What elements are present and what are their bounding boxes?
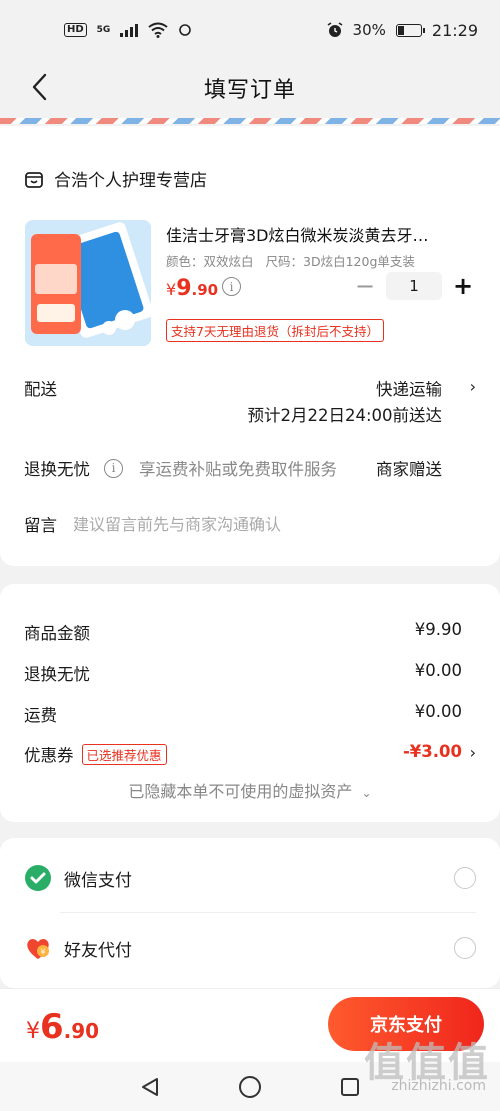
product-spec: 颜色：双效炫白 尺码：3D炫白120g单支装 xyxy=(166,251,476,270)
summary-value: ¥0.00 xyxy=(414,661,462,680)
color-spec: 颜色：双效炫白 xyxy=(166,254,254,269)
summary-row: 商品金额 ¥9.90 xyxy=(24,620,462,644)
wechat-pay-icon xyxy=(25,865,51,891)
page-title: 填写订单 xyxy=(203,78,296,103)
shipping-method[interactable]: 快递运输 xyxy=(376,376,442,400)
radio-button[interactable] xyxy=(454,937,476,959)
status-left: HD 5G xyxy=(64,22,192,38)
message-input[interactable] xyxy=(73,514,423,534)
return-policy-tag: 支持7天无理由退货（拆封后不支持） xyxy=(166,319,384,342)
product-title[interactable]: 佳洁士牙膏3D炫白微米炭淡黄去牙… xyxy=(166,222,466,246)
coupon-tag: 已选推荐优惠 xyxy=(81,743,167,765)
return-service-value: 商家赠送 xyxy=(376,460,442,479)
chevron-right-icon[interactable]: › xyxy=(470,377,476,396)
friend-pay-icon: ¥ xyxy=(27,939,49,959)
recents-square-icon[interactable] xyxy=(339,1076,361,1098)
sync-icon xyxy=(179,24,192,36)
svg-text:¥: ¥ xyxy=(40,948,45,957)
page-header: 填写订单 xyxy=(0,60,500,116)
battery-icon xyxy=(395,23,425,37)
shop-row[interactable]: 合浩个人护理专营店 xyxy=(24,166,207,191)
back-button[interactable] xyxy=(22,70,56,104)
order-card: 合浩个人护理专营店 佳洁士牙膏3D炫白微米炭淡黄去牙… 颜色：双效炫白 尺码：3… xyxy=(0,126,500,566)
chevron-left-icon xyxy=(32,73,47,101)
increase-button[interactable]: + xyxy=(450,272,476,300)
clock: 21:29 xyxy=(431,20,478,40)
price-info-icon[interactable]: i xyxy=(222,277,241,296)
message-label: 留言 xyxy=(24,516,57,535)
coupon-row[interactable]: 优惠券 已选推荐优惠 -¥3.00 xyxy=(24,742,462,766)
signal-icon xyxy=(120,23,139,37)
radio-button[interactable] xyxy=(454,867,476,889)
watermark-url: zhizhizhi.com xyxy=(391,1078,486,1094)
shop-icon xyxy=(25,171,43,188)
coupon-label: 优惠券 xyxy=(24,746,74,765)
chevron-right-icon[interactable]: › xyxy=(470,743,476,762)
price-summary-card: 商品金额 ¥9.90 退换无忧 ¥0.00 运费 ¥0.00 优惠券 已选推荐优… xyxy=(0,584,500,822)
hd-indicator: HD xyxy=(64,23,87,37)
home-circle-icon[interactable] xyxy=(238,1075,262,1099)
payment-card: 微信支付 ¥ 好友代付 xyxy=(0,838,500,988)
price-integer: 9 xyxy=(176,276,192,301)
coupon-label-group: 优惠券 已选推荐优惠 xyxy=(24,742,167,766)
return-service-desc: 享运费补贴或免费取件服务 xyxy=(139,460,337,479)
coupon-value: -¥3.00 xyxy=(402,742,462,761)
summary-label: 退换无忧 xyxy=(24,665,90,684)
total-symbol: ¥ xyxy=(26,1019,40,1044)
chevron-down-icon: ⌄ xyxy=(361,786,372,800)
payment-option-friend[interactable]: ¥ 好友代付 xyxy=(24,934,476,962)
return-service-label: 退换无忧 xyxy=(24,460,90,479)
product-info: 佳洁士牙膏3D炫白微米炭淡黄去牙… 颜色：双效炫白 尺码：3D炫白120g单支装 xyxy=(166,222,476,270)
shop-name: 合浩个人护理专营店 xyxy=(54,171,207,191)
info-icon[interactable]: i xyxy=(104,458,123,478)
product-price: ¥ 9 .90 xyxy=(166,276,218,301)
size-spec: 尺码：3D炫白120g单支装 xyxy=(265,254,415,269)
summary-row: 退换无忧 ¥0.00 xyxy=(24,661,462,685)
battery-percent: 30% xyxy=(352,21,386,39)
payment-option-label: 好友代付 xyxy=(64,940,132,961)
wifi-icon xyxy=(148,22,168,38)
shipping-eta: 预计2月22日24:00前送达 xyxy=(247,406,442,425)
back-triangle-icon[interactable] xyxy=(139,1076,161,1098)
quantity-value[interactable]: 1 xyxy=(386,272,442,300)
summary-label: 运费 xyxy=(24,706,57,725)
divider xyxy=(60,912,476,913)
total-decimal: .90 xyxy=(63,1019,100,1043)
payment-option-label: 微信支付 xyxy=(64,870,132,891)
network-type: 5G xyxy=(96,24,111,35)
total-integer: 6 xyxy=(40,1007,64,1047)
battery-level xyxy=(397,25,405,35)
toothpaste-image xyxy=(25,220,151,346)
status-bar: HD 5G 30% 21:29 xyxy=(0,0,500,60)
decrease-button[interactable]: − xyxy=(352,272,378,300)
payment-option-wechat[interactable]: 微信支付 xyxy=(24,864,476,892)
hidden-assets-note[interactable]: 已隐藏本单不可使用的虚拟资产 ⌄ xyxy=(0,778,500,802)
price-symbol: ¥ xyxy=(166,280,177,299)
price-decimal: .90 xyxy=(191,281,219,299)
summary-value: ¥9.90 xyxy=(414,620,462,639)
summary-row: 运费 ¥0.00 xyxy=(24,702,462,726)
quantity-stepper: − 1 + xyxy=(352,272,476,300)
alarm-icon xyxy=(327,22,342,37)
envelope-stripe xyxy=(0,118,500,124)
hidden-assets-text: 已隐藏本单不可使用的虚拟资产 xyxy=(128,782,353,801)
product-image[interactable] xyxy=(25,220,151,346)
status-right: 30% 21:29 xyxy=(327,21,478,40)
total-price: ¥ 6 .90 xyxy=(26,1007,99,1047)
summary-label: 商品金额 xyxy=(24,624,90,643)
message-row: 留言 xyxy=(24,512,476,536)
summary-value: ¥0.00 xyxy=(414,702,462,721)
